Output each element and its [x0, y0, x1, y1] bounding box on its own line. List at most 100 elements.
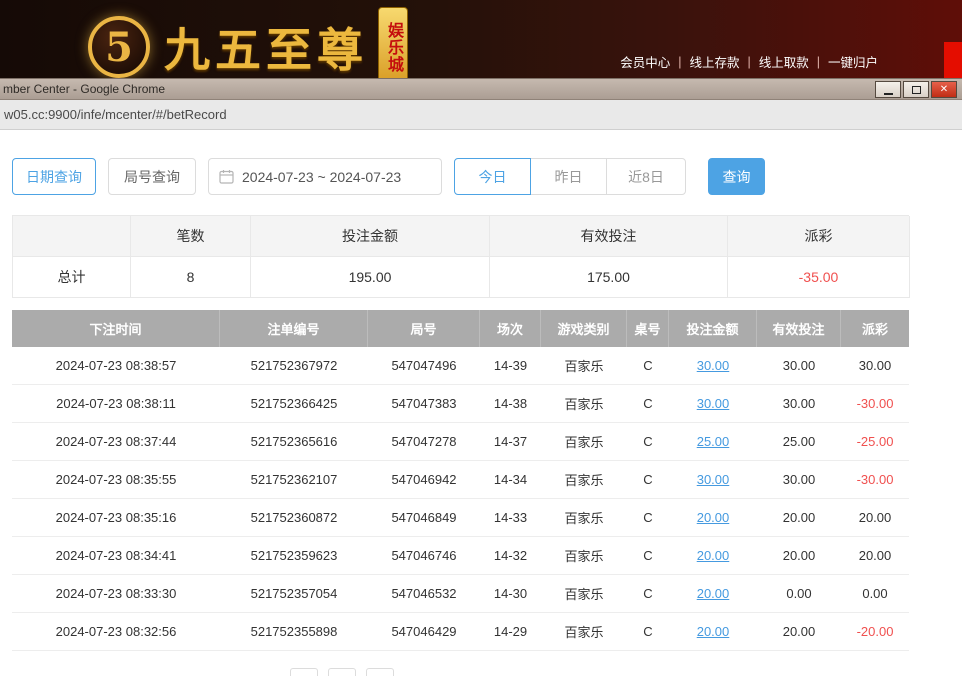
date-range-input[interactable]: 2024-07-23 ~ 2024-07-23 [208, 158, 442, 195]
close-button[interactable]: ✕ [931, 81, 957, 98]
screen: 5 九五至尊 娱乐城 会员中心|线上存款|线上取款|一键归户 mber Cent… [0, 0, 962, 676]
summary-payout: -35.00 [728, 257, 910, 298]
payout-cell: -20.00 [841, 613, 909, 651]
bet-id-cell: 521752357054 [220, 575, 368, 613]
bet-amount-link[interactable]: 30.00 [669, 385, 757, 423]
bet-header-cell-8: 派彩 [841, 310, 909, 347]
logo-icon: 5 [88, 16, 150, 78]
bet-amount-link[interactable]: 20.00 [669, 499, 757, 537]
top-nav-link-0[interactable]: 会员中心 [620, 52, 670, 71]
bet-header-cell-0: 下注时间 [12, 310, 220, 347]
top-nav-link-1[interactable]: 线上存款 [689, 52, 739, 71]
round-id-cell: 547046942 [368, 461, 480, 499]
top-nav-link-2[interactable]: 线上取款 [759, 52, 809, 71]
payout-cell: -30.00 [841, 461, 909, 499]
session-cell: 14-32 [480, 537, 541, 575]
summary-valid-bet: 175.00 [490, 257, 728, 298]
game-type-cell: 百家乐 [541, 537, 627, 575]
valid-bet-cell: 25.00 [757, 423, 841, 461]
date-query-tab[interactable]: 日期查询 [12, 158, 96, 195]
window-controls: ✕ [875, 81, 957, 98]
bet-header-cell-3: 场次 [480, 310, 541, 347]
top-nav-link-3[interactable]: 一键归户 [828, 52, 878, 71]
table-no-cell: C [627, 385, 669, 423]
bet-amount-link[interactable]: 20.00 [669, 613, 757, 651]
bet-header-cell-2: 局号 [368, 310, 480, 347]
summary-header-cell-4: 派彩 [728, 216, 910, 257]
quick-filter-group: 今日昨日近8日 [454, 158, 686, 195]
bet-time-cell: 2024-07-23 08:32:56 [12, 613, 220, 651]
valid-bet-cell: 20.00 [757, 537, 841, 575]
table-row: 2024-07-23 08:33:30521752357054547046532… [12, 575, 909, 613]
nav-separator: | [817, 55, 820, 69]
nav-separator: | [678, 55, 681, 69]
summary-header-cell-2: 投注金额 [251, 216, 490, 257]
quick-filter-button-1[interactable]: 昨日 [530, 158, 607, 195]
bet-table-body: 2024-07-23 08:38:57521752367972547047496… [12, 347, 909, 651]
bet-header-cell-5: 桌号 [627, 310, 669, 347]
bet-time-cell: 2024-07-23 08:33:30 [12, 575, 220, 613]
payout-cell: 0.00 [841, 575, 909, 613]
session-cell: 14-37 [480, 423, 541, 461]
maximize-button[interactable] [903, 81, 929, 98]
pagination-button-1[interactable] [328, 668, 356, 676]
logo-number: 5 [105, 24, 133, 71]
game-type-cell: 百家乐 [541, 613, 627, 651]
pagination [290, 668, 394, 676]
session-cell: 14-34 [480, 461, 541, 499]
bet-time-cell: 2024-07-23 08:35:55 [12, 461, 220, 499]
table-row: 2024-07-23 08:35:55521752362107547046942… [12, 461, 909, 499]
bet-header-cell-7: 有效投注 [757, 310, 841, 347]
bet-time-cell: 2024-07-23 08:37:44 [12, 423, 220, 461]
summary-header-cell-3: 有效投注 [490, 216, 728, 257]
bet-amount-link[interactable]: 30.00 [669, 347, 757, 385]
valid-bet-cell: 0.00 [757, 575, 841, 613]
search-button[interactable]: 查询 [708, 158, 765, 195]
bet-amount-link[interactable]: 20.00 [669, 537, 757, 575]
summary-count: 8 [131, 257, 251, 298]
bet-id-cell: 521752359623 [220, 537, 368, 575]
round-query-tab[interactable]: 局号查询 [108, 158, 196, 195]
bet-amount-link[interactable]: 25.00 [669, 423, 757, 461]
nav-separator: | [747, 55, 750, 69]
bet-time-cell: 2024-07-23 08:38:57 [12, 347, 220, 385]
valid-bet-cell: 30.00 [757, 461, 841, 499]
bet-id-cell: 521752367972 [220, 347, 368, 385]
quick-filter-button-2[interactable]: 近8日 [606, 158, 686, 195]
game-type-cell: 百家乐 [541, 575, 627, 613]
game-type-cell: 百家乐 [541, 347, 627, 385]
minimize-button[interactable] [875, 81, 901, 98]
date-range-value: 2024-07-23 ~ 2024-07-23 [242, 169, 401, 185]
maximize-icon [912, 86, 921, 94]
summary-total-label: 总计 [13, 257, 131, 298]
top-nav: 会员中心 | 线上存款 | 线上取款 | 一键归户 [620, 52, 878, 71]
minimize-icon [884, 93, 893, 95]
table-no-cell: C [627, 499, 669, 537]
bet-time-cell: 2024-07-23 08:34:41 [12, 537, 220, 575]
valid-bet-cell: 30.00 [757, 385, 841, 423]
table-no-cell: C [627, 613, 669, 651]
payout-cell: 30.00 [841, 347, 909, 385]
valid-bet-cell: 20.00 [757, 499, 841, 537]
bet-record-page: 日期查询 局号查询 2024-07-23 ~ 2024-07-23 今日昨日近8… [0, 130, 962, 676]
quick-filter-button-0[interactable]: 今日 [454, 158, 531, 195]
bet-table-header: 下注时间注单编号局号场次游戏类别桌号投注金额有效投注派彩 [12, 310, 909, 347]
payout-cell: 20.00 [841, 537, 909, 575]
browser-title-bar[interactable]: mber Center - Google Chrome ✕ [0, 78, 962, 100]
summary-table: 笔数投注金额有效投注派彩总计8195.00175.00-35.00 [12, 215, 909, 298]
pagination-button-2[interactable] [366, 668, 394, 676]
bet-amount-link[interactable]: 30.00 [669, 461, 757, 499]
round-id-cell: 547047278 [368, 423, 480, 461]
session-cell: 14-39 [480, 347, 541, 385]
session-cell: 14-33 [480, 499, 541, 537]
table-row: 2024-07-23 08:34:41521752359623547046746… [12, 537, 909, 575]
table-row: 2024-07-23 08:38:11521752366425547047383… [12, 385, 909, 423]
table-no-cell: C [627, 575, 669, 613]
game-type-cell: 百家乐 [541, 385, 627, 423]
pagination-button-0[interactable] [290, 668, 318, 676]
address-bar[interactable]: w05.cc:9900/infe/mcenter/#/betRecord [0, 100, 962, 130]
bet-header-cell-4: 游戏类别 [541, 310, 627, 347]
table-no-cell: C [627, 537, 669, 575]
bet-amount-link[interactable]: 20.00 [669, 575, 757, 613]
table-row: 2024-07-23 08:37:44521752365616547047278… [12, 423, 909, 461]
